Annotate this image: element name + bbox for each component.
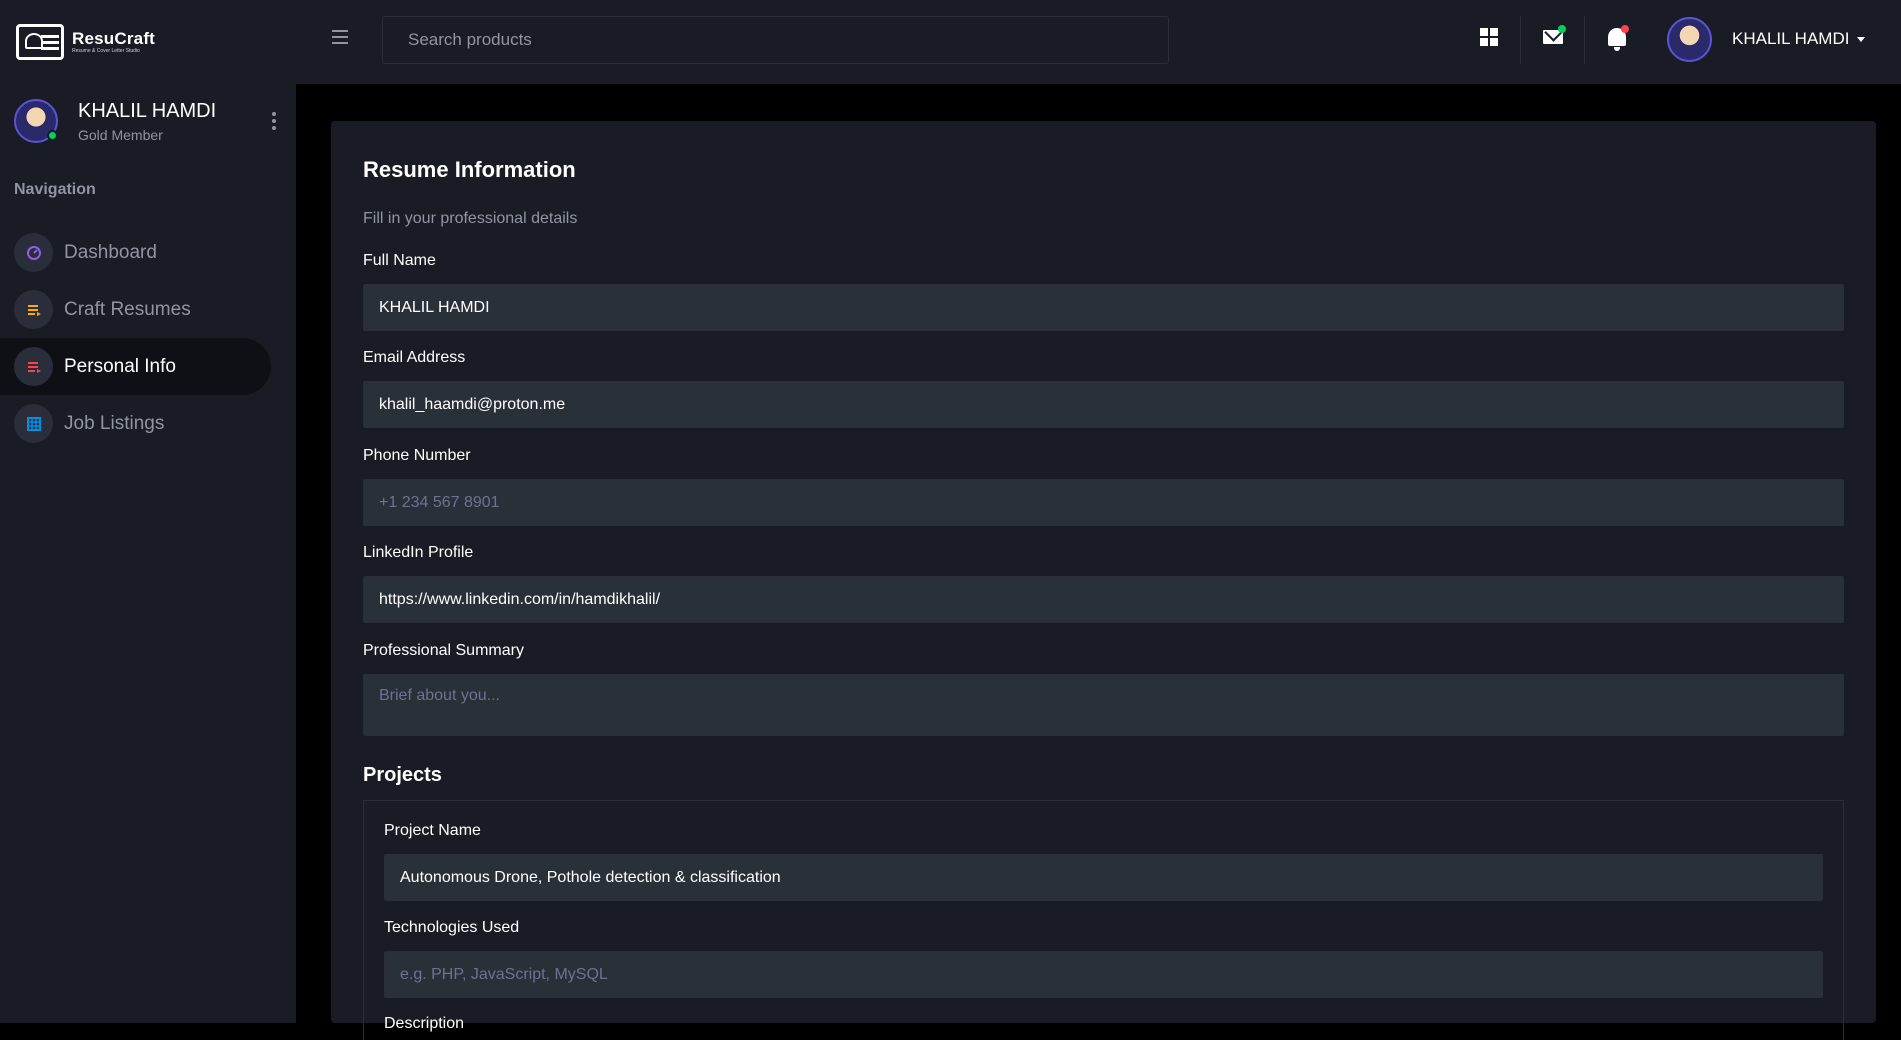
profile-name: KHALIL HAMDI: [78, 99, 217, 122]
sidebar: ResuCraft Resume & Cover Letter Studio K…: [0, 0, 296, 1023]
more-options-icon[interactable]: [264, 109, 284, 133]
summary-label: Professional Summary: [363, 642, 524, 659]
sidebar-profile: KHALIL HAMDI Gold Member: [14, 96, 284, 146]
table-icon: [14, 404, 53, 443]
linkedin-group: LinkedIn Profile: [363, 544, 1844, 623]
bell-icon[interactable]: [1602, 22, 1632, 52]
online-status-dot: [47, 130, 58, 141]
chevron-down-icon: [1857, 36, 1866, 42]
technologies-group: Technologies Used: [384, 919, 1823, 998]
sidebar-item-label: Craft Resumes: [64, 298, 191, 320]
sidebar-item-craft-resumes[interactable]: Craft Resumes: [0, 281, 271, 338]
menu-icon[interactable]: [332, 30, 348, 44]
description-group: Description: [384, 1015, 1823, 1035]
project-name-group: Project Name: [384, 822, 1823, 901]
resume-information-card: Resume Information Fill in your professi…: [331, 121, 1876, 1040]
profile-level: Gold Member: [78, 126, 163, 143]
brand-logo[interactable]: ResuCraft Resume & Cover Letter Studio: [16, 22, 155, 62]
description-label: Description: [384, 1015, 465, 1032]
projects-title: Projects: [363, 764, 442, 786]
sidebar-item-job-listings[interactable]: Job Listings: [0, 395, 271, 452]
full-name-group: Full Name: [363, 252, 1844, 331]
technologies-field[interactable]: [384, 951, 1823, 998]
phone-group: Phone Number: [363, 447, 1844, 526]
topbar: KHALIL HAMDI: [296, 0, 1901, 84]
linkedin-label: LinkedIn Profile: [363, 544, 474, 561]
nav-heading: Navigation: [14, 181, 96, 198]
brand-tagline: Resume & Cover Letter Studio: [72, 48, 140, 54]
search-input[interactable]: [382, 16, 1169, 64]
avatar[interactable]: [1667, 17, 1712, 62]
full-name-field[interactable]: [363, 284, 1844, 331]
divider: [1520, 16, 1521, 64]
phone-field[interactable]: [363, 479, 1844, 526]
page-title: Resume Information: [363, 157, 576, 182]
grid-icon[interactable]: [1474, 22, 1504, 52]
mail-icon[interactable]: [1538, 22, 1568, 52]
speedometer-icon: [14, 233, 53, 272]
mail-badge: [1558, 25, 1566, 33]
user-menu[interactable]: KHALIL HAMDI: [1732, 29, 1866, 49]
email-field[interactable]: [363, 381, 1844, 428]
email-label: Email Address: [363, 349, 466, 366]
playlist-icon: [14, 290, 53, 329]
divider: [1584, 16, 1585, 64]
project-name-label: Project Name: [384, 822, 481, 839]
sidebar-item-personal-info[interactable]: Personal Info: [0, 338, 271, 395]
resume-logo-icon: [16, 24, 64, 60]
email-group: Email Address: [363, 349, 1844, 428]
user-name: KHALIL HAMDI: [1732, 29, 1850, 48]
page-subtitle: Fill in your professional details: [363, 210, 578, 227]
sidebar-item-label: Dashboard: [64, 241, 157, 263]
full-name-label: Full Name: [363, 252, 436, 269]
notification-badge: [1621, 25, 1629, 33]
project-name-field[interactable]: [384, 854, 1823, 901]
brand-name: ResuCraft: [72, 29, 156, 48]
sidebar-nav: Dashboard Craft Resumes Personal Info Jo…: [0, 224, 296, 452]
sidebar-item-label: Personal Info: [64, 355, 176, 377]
avatar[interactable]: [14, 99, 58, 143]
sidebar-item-label: Job Listings: [64, 412, 165, 434]
playlist-icon: [14, 347, 53, 386]
summary-group: Professional Summary: [363, 642, 1844, 741]
linkedin-field[interactable]: [363, 576, 1844, 623]
technologies-label: Technologies Used: [384, 919, 520, 936]
project-entry: Project Name Technologies Used Descripti…: [363, 800, 1844, 1040]
sidebar-item-dashboard[interactable]: Dashboard: [0, 224, 271, 281]
summary-field[interactable]: [363, 674, 1844, 736]
phone-label: Phone Number: [363, 447, 471, 464]
